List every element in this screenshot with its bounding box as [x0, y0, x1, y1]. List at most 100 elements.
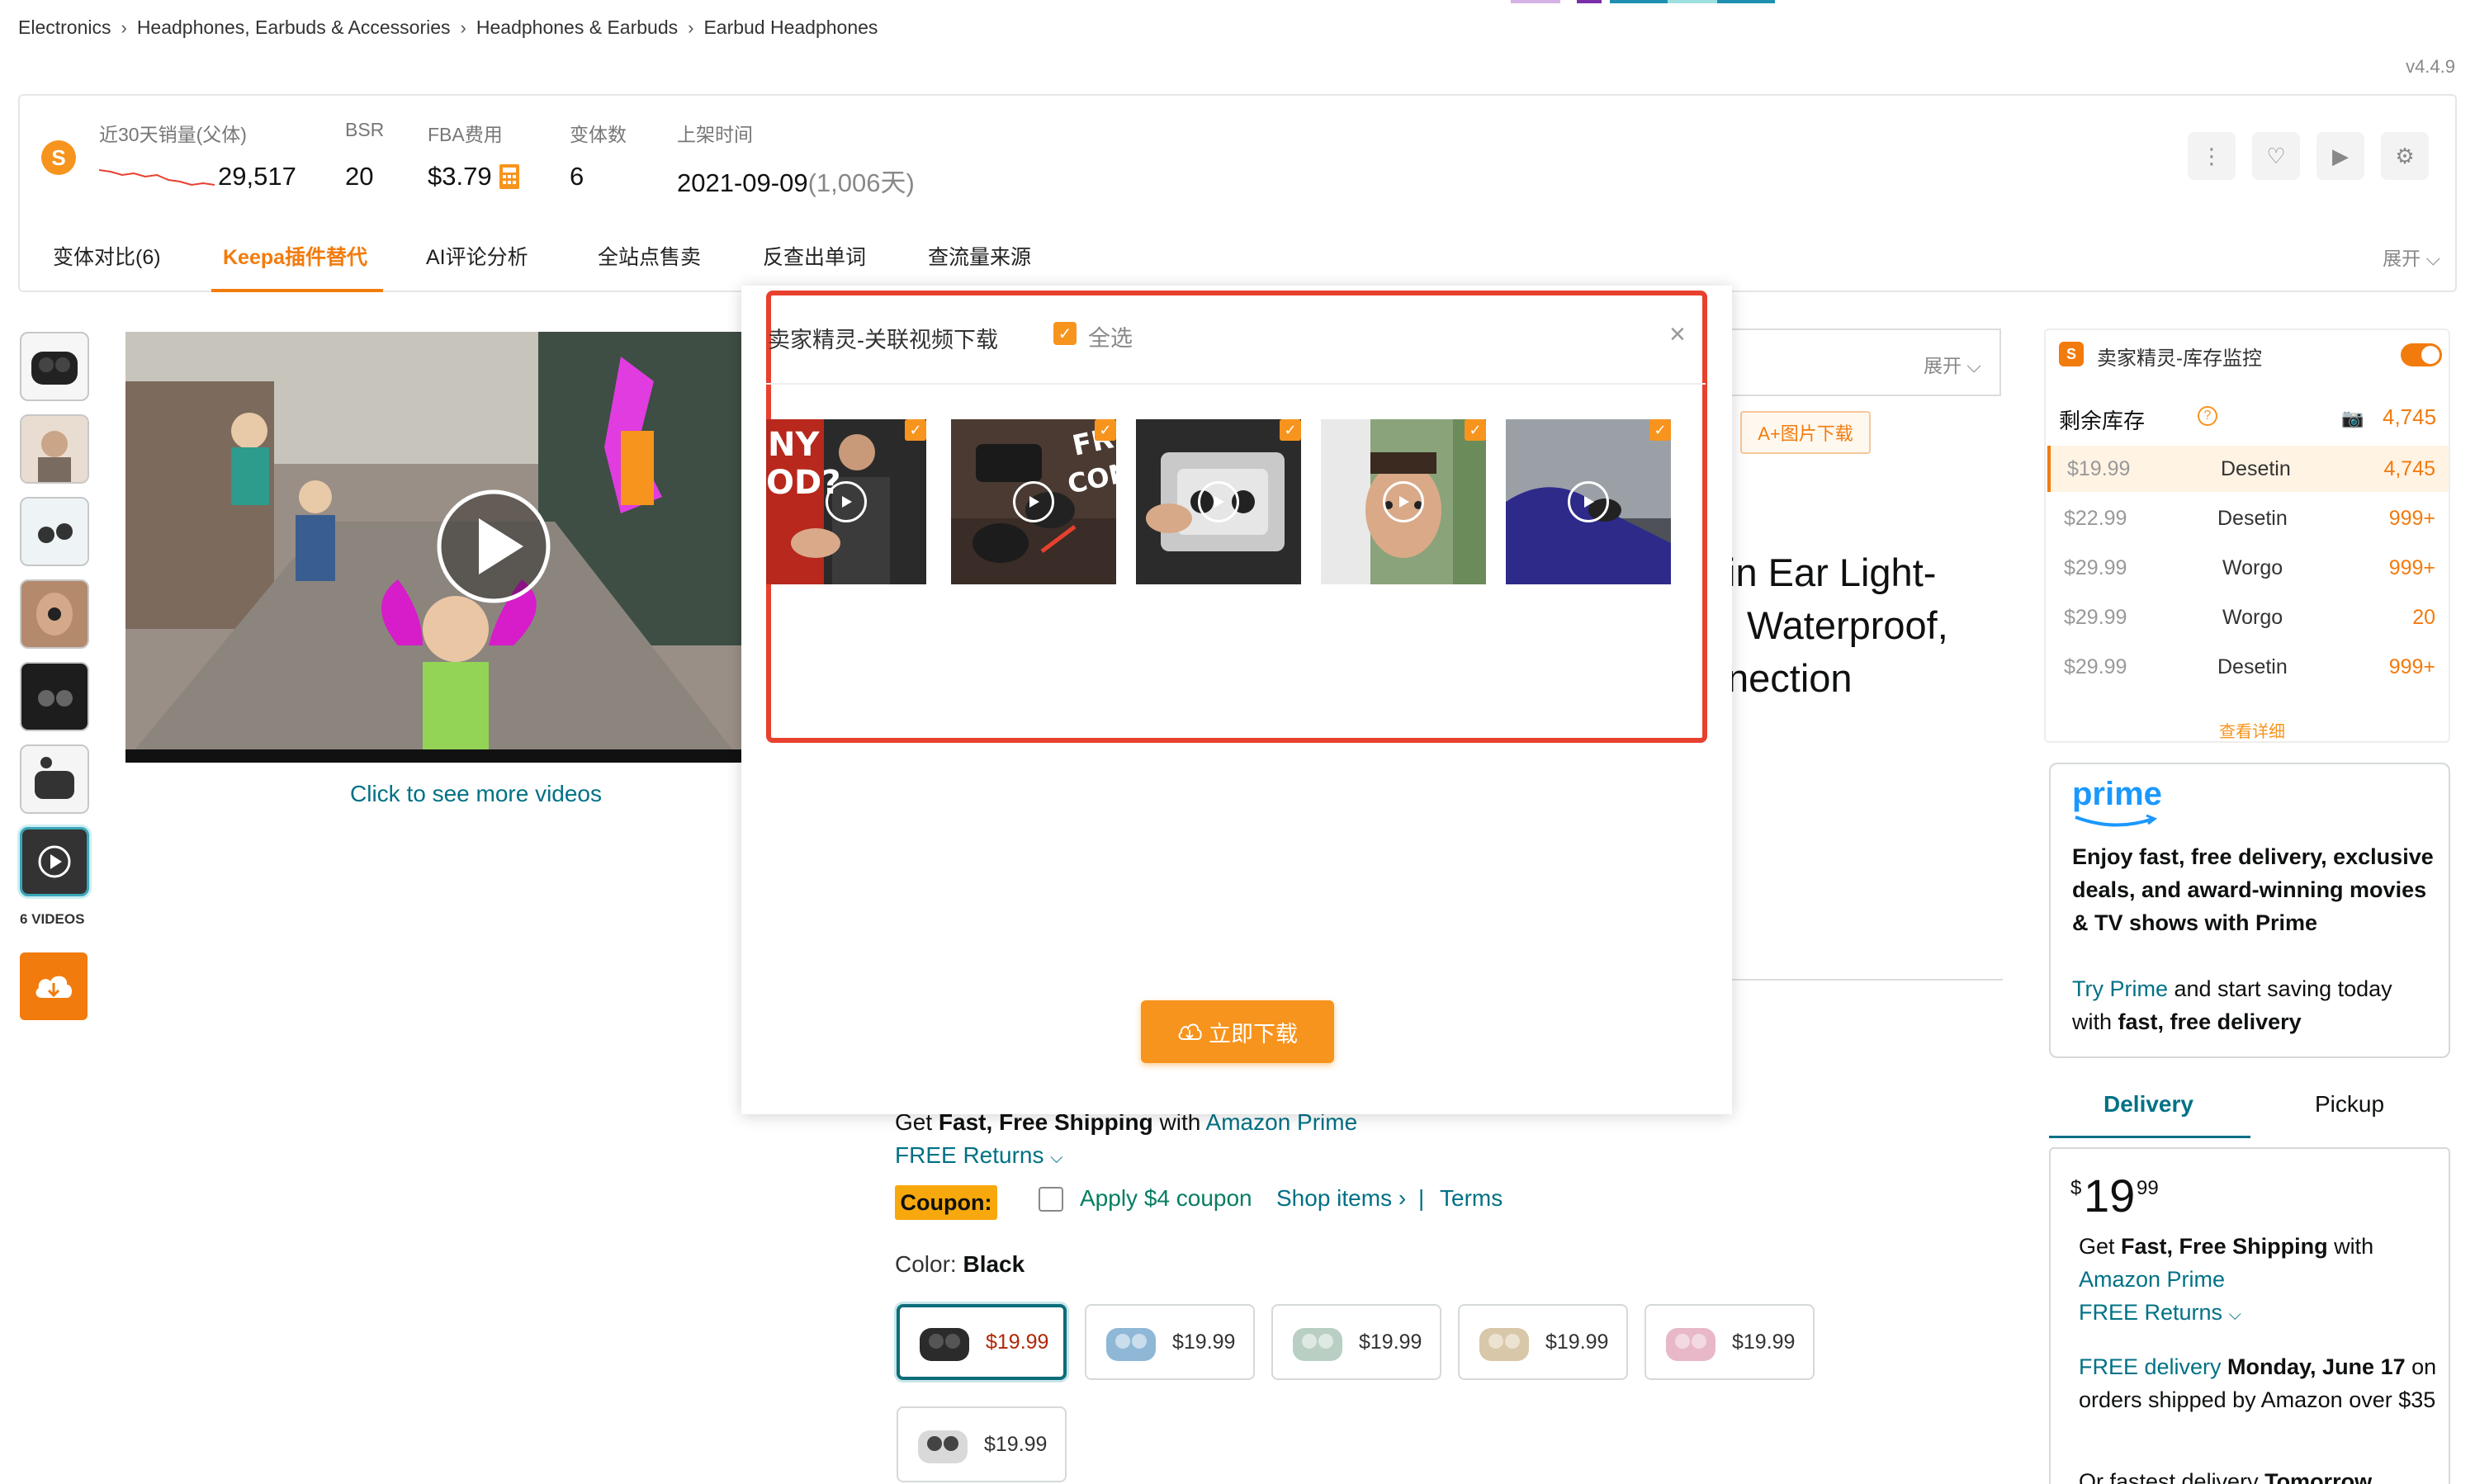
inventory-price: $22.99 [2064, 507, 2127, 530]
free-delivery-link[interactable]: FREE delivery [2079, 1354, 2222, 1379]
video-checkbox[interactable]: ✓ [1095, 419, 1116, 441]
sellersprite-logo-icon: S [2059, 342, 2084, 366]
try-prime-link[interactable]: Try Prime [2072, 976, 2168, 1001]
buybox-ship-bold: Fast, Free Shipping [2121, 1234, 2328, 1259]
help-icon[interactable]: ? [2198, 406, 2217, 426]
breadcrumb-separator: › [460, 17, 466, 38]
aplus-download-button[interactable]: A+图片下载 [1740, 411, 1871, 454]
chevron-down-icon: ⌵ [1966, 355, 1981, 376]
free-returns-link[interactable]: FREE Returns ⌵ [895, 1142, 1062, 1169]
more-vertical-icon[interactable]: ⋮ [2188, 132, 2236, 180]
buybox-shipping: Get Fast, Free Shipping with Amazon Prim… [2079, 1230, 2434, 1331]
stat-value-fba: $3.79 [428, 162, 492, 191]
color-swatch-pink[interactable]: $19.99 [1644, 1304, 1815, 1380]
listed-days: (1,006天) [807, 168, 915, 197]
calculator-icon[interactable] [499, 163, 520, 190]
breadcrumb-headphones-accessories[interactable]: Headphones, Earbuds & Accessories [137, 17, 451, 39]
thumbnail-image[interactable] [20, 414, 89, 484]
strip-segment [1717, 0, 1775, 3]
tab-traffic-source[interactable]: 查流量来源 [928, 241, 1031, 271]
heart-icon[interactable]: ♡ [2252, 132, 2300, 180]
swatch-price: $19.99 [1545, 1330, 1609, 1354]
expand-label: 展开 [2383, 248, 2421, 269]
video-checkbox[interactable]: ✓ [905, 419, 926, 441]
color-swatch-beige[interactable]: $19.99 [1458, 1304, 1628, 1380]
breadcrumb-headphones-earbuds[interactable]: Headphones & Earbuds [476, 17, 678, 39]
video-frame [125, 332, 741, 763]
strip-segment [1511, 0, 1560, 3]
buybox-free-returns-link[interactable]: FREE Returns ⌵ [2079, 1300, 2241, 1325]
plugin-version: v4.4.9 [2406, 56, 2455, 77]
video-checkbox[interactable]: ✓ [1280, 419, 1301, 441]
video-thumbnail[interactable]: ✓ [1321, 419, 1486, 584]
color-swatch-white[interactable]: $19.99 [897, 1406, 1067, 1482]
expand-toggle[interactable]: 展开 ⌵ [2383, 243, 2440, 271]
modal-title: 卖家精灵-关联视频下载 [768, 328, 998, 352]
prime-benefits-text: Enjoy fast, free delivery, exclusive dea… [2072, 844, 2434, 935]
video-thumbnail[interactable]: ✓ [1506, 419, 1671, 584]
color-swatch-black[interactable]: $19.99 [897, 1304, 1067, 1380]
tab-ai-review[interactable]: AI评论分析 [426, 241, 528, 271]
tab-variant-compare[interactable]: 变体对比(6) [53, 241, 161, 271]
play-icon [1013, 481, 1054, 522]
earbuds-swatch-icon [1666, 1328, 1715, 1361]
play-box-icon[interactable]: ▶ [2316, 132, 2364, 180]
earbuds-swatch-icon [1293, 1328, 1342, 1361]
modal-divider [766, 383, 1706, 385]
download-now-label: 立即下载 [1209, 1021, 1298, 1047]
swatch-price: $19.99 [1172, 1330, 1236, 1354]
thumbnail-image[interactable] [20, 497, 89, 566]
tab-delivery[interactable]: Delivery [2104, 1091, 2193, 1118]
breadcrumb-earbud-headphones[interactable]: Earbud Headphones [703, 17, 878, 39]
view-details-link[interactable]: 查看详细 [2219, 718, 2285, 742]
settings-icon[interactable]: ⚙ [2381, 132, 2429, 180]
close-icon[interactable]: × [1669, 319, 1686, 351]
color-value: Black [963, 1251, 1025, 1277]
inventory-price: $29.99 [2064, 556, 2127, 579]
cloud-download-icon[interactable] [20, 952, 88, 1020]
color-selection-label: Color: Black [895, 1251, 1025, 1278]
prime-logo: prime [2072, 776, 2162, 812]
select-all-checkbox[interactable]: ✓ [1053, 322, 1077, 345]
tab-pickup[interactable]: Pickup [2315, 1091, 2384, 1118]
thumbnail-image[interactable] [20, 662, 89, 731]
price-symbol: $ [2070, 1177, 2082, 1199]
expand-toggle-secondary[interactable]: 展开 ⌵ [1924, 350, 1981, 378]
video-checkbox[interactable]: ✓ [1465, 419, 1486, 441]
earbuds-diagram-icon [21, 746, 88, 812]
tab-keepa[interactable]: Keepa插件替代 [223, 241, 367, 271]
thumbnail-image[interactable] [20, 579, 89, 649]
inventory-qty: 20 [2412, 606, 2435, 629]
color-swatch-green[interactable]: $19.99 [1271, 1304, 1441, 1380]
video-checkbox[interactable]: ✓ [1649, 419, 1671, 441]
main-product-video[interactable] [125, 332, 741, 763]
strip-segment [1668, 0, 1717, 3]
coupon-checkbox[interactable] [1039, 1187, 1063, 1212]
free-returns-label: FREE Returns [895, 1142, 1044, 1168]
tab-all-sites[interactable]: 全站点售卖 [598, 241, 701, 271]
breadcrumb-electronics[interactable]: Electronics [18, 17, 111, 39]
inventory-seller: Worgo [2222, 606, 2283, 629]
select-all-label[interactable]: 全选 [1088, 320, 1133, 352]
remaining-stock-label: 剩余库存 [2059, 409, 2146, 433]
camera-icon[interactable]: 📷 [2341, 408, 2364, 429]
chevron-down-icon: ⌵ [1050, 1149, 1063, 1167]
apply-coupon-label[interactable]: Apply $4 coupon [1080, 1185, 1252, 1212]
inventory-price: $29.99 [2064, 655, 2127, 678]
video-thumbnail[interactable]: FR CON ✓ [951, 419, 1116, 584]
video-thumbnail[interactable]: NY OD? ✓ [766, 419, 926, 584]
thumbnail-image[interactable] [20, 744, 89, 814]
inventory-toggle-switch[interactable] [2401, 343, 2442, 366]
download-now-button[interactable]: 立即下载 [1141, 1000, 1334, 1063]
more-videos-link[interactable]: Click to see more videos [350, 781, 602, 807]
tab-reverse-keywords[interactable]: 反查出单词 [763, 241, 866, 271]
thumbnail-image[interactable] [20, 332, 89, 401]
terms-link[interactable]: Terms [1440, 1185, 1503, 1212]
coupon-separator: | [1418, 1185, 1425, 1211]
buybox-prime-link[interactable]: Amazon Prime [2079, 1267, 2225, 1292]
top-color-strip [1238, 0, 1775, 3]
color-swatch-blue[interactable]: $19.99 [1085, 1304, 1255, 1380]
shop-items-link[interactable]: Shop items › [1276, 1185, 1406, 1212]
thumbnail-video[interactable] [20, 827, 89, 896]
video-thumbnail[interactable]: ✓ [1136, 419, 1301, 584]
